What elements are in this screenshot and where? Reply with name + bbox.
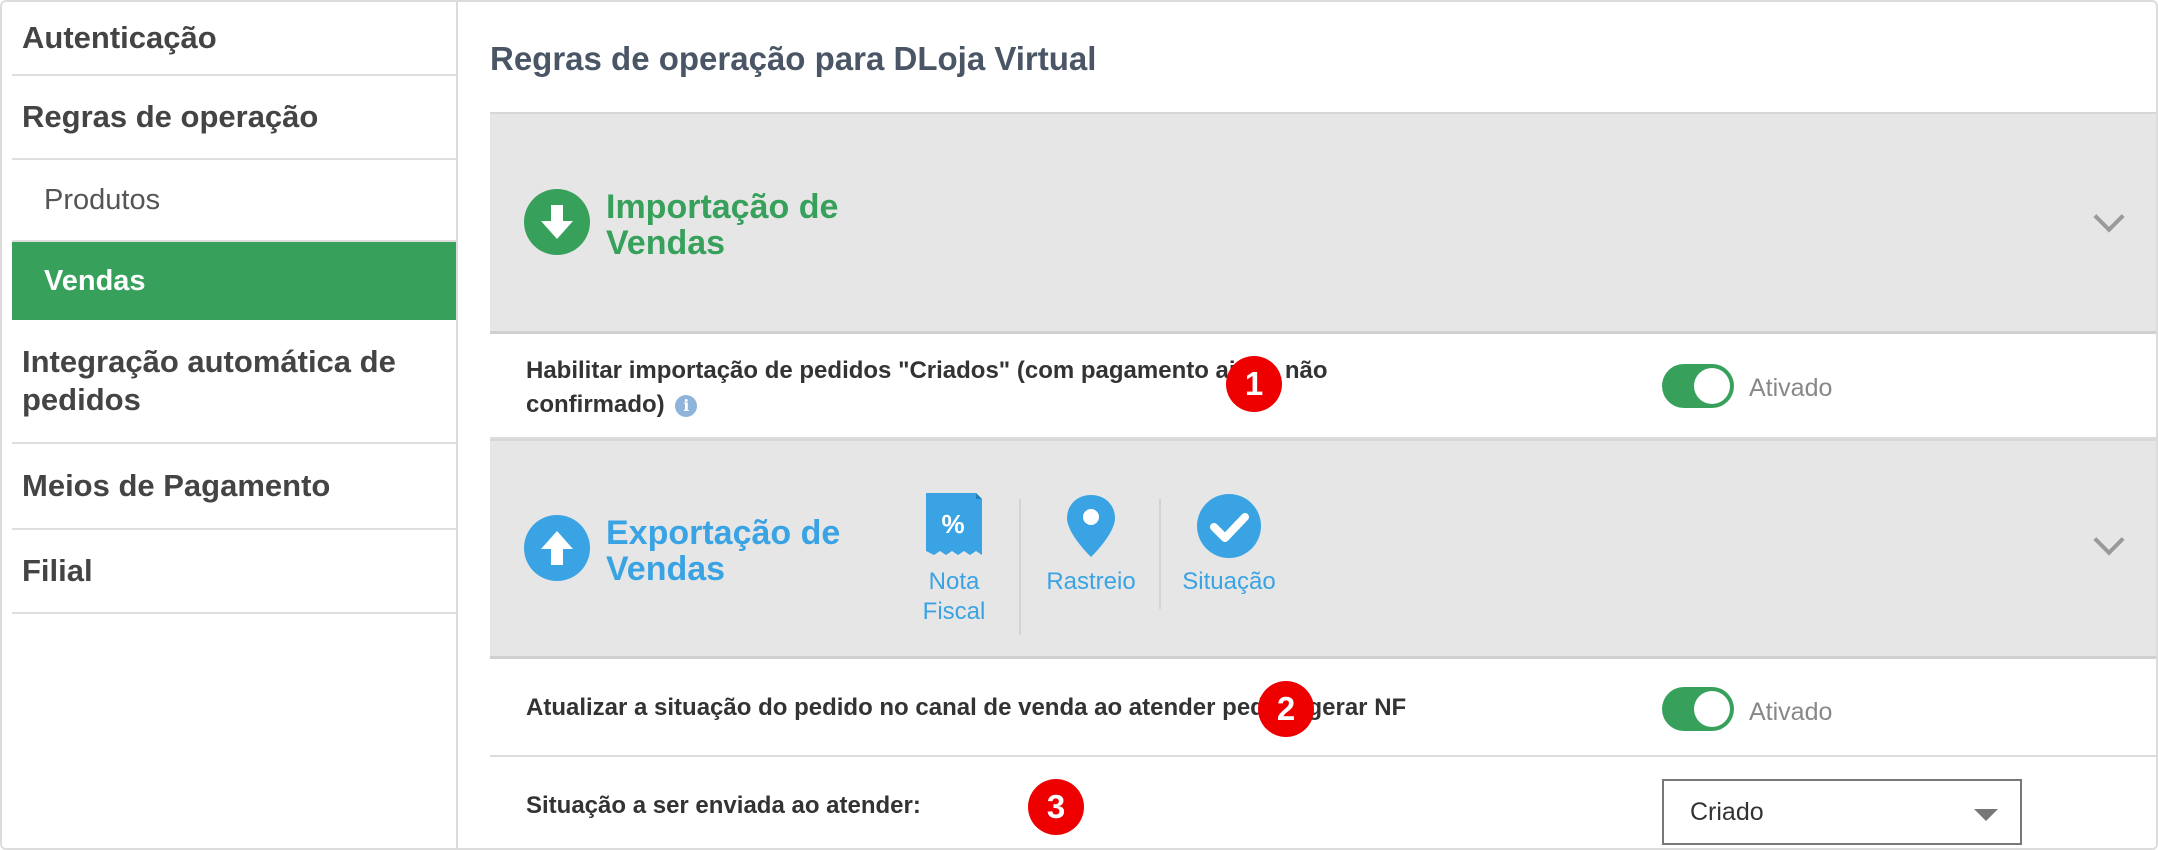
chevron-down-icon[interactable]	[2093, 201, 2125, 233]
sidebar: Autenticação Regras de operação Produtos…	[2, 2, 458, 848]
import-created-orders-toggle[interactable]	[1662, 364, 1734, 408]
sidebar-item-filial[interactable]: Filial	[12, 530, 456, 614]
import-created-orders-row: Habilitar importação de pedidos "Criados…	[490, 334, 2156, 439]
status-select-value: Criado	[1690, 798, 1764, 826]
app-frame: Autenticação Regras de operação Produtos…	[0, 0, 2158, 850]
chevron-down-icon[interactable]	[2093, 524, 2125, 556]
tool-rastreio[interactable]: Rastreio	[1036, 493, 1146, 597]
arrow-down-circle-icon	[524, 189, 590, 255]
info-icon[interactable]: i	[675, 394, 698, 417]
sidebar-item-meios-de-pagamento[interactable]: Meios de Pagamento	[12, 444, 456, 530]
sidebar-item-integracao-automatica[interactable]: Integração automática de pedidos	[12, 320, 456, 444]
annotation-badge-2: 2	[1258, 681, 1314, 737]
import-section-title: Importação de Vendas	[606, 188, 839, 262]
tool-divider	[1019, 499, 1021, 635]
tool-nota-fiscal[interactable]: % Nota Fiscal	[914, 493, 994, 627]
annotation-badge-1: 1	[1226, 356, 1282, 412]
sidebar-item-regras-de-operacao[interactable]: Regras de operação	[12, 76, 456, 160]
import-created-orders-toggle-label: Ativado	[1749, 374, 1833, 402]
arrow-up-circle-icon	[524, 515, 590, 581]
main-content: Regras de operação para DLoja Virtual Im…	[458, 2, 2156, 848]
export-section-header[interactable]: Exportação de Vendas % Nota Fiscal Rastr…	[490, 439, 2156, 659]
tool-situacao[interactable]: Situação	[1174, 493, 1284, 597]
update-status-toggle[interactable]	[1662, 687, 1734, 731]
sidebar-item-produtos[interactable]: Produtos	[12, 160, 456, 242]
invoice-percent-icon: %	[926, 493, 982, 555]
caret-down-icon	[1974, 809, 1998, 821]
update-status-toggle-label: Ativado	[1749, 698, 1833, 726]
import-section-header[interactable]: Importação de Vendas	[490, 112, 2156, 334]
sidebar-item-vendas[interactable]: Vendas	[12, 242, 456, 320]
sidebar-item-autenticacao[interactable]: Autenticação	[12, 2, 456, 76]
page-title: Regras de operação para DLoja Virtual	[490, 40, 1097, 77]
update-status-row: Atualizar a situação do pedido no canal …	[490, 659, 2156, 757]
tool-divider	[1159, 499, 1161, 609]
map-pin-icon	[1067, 495, 1115, 557]
annotation-badge-3: 3	[1028, 779, 1084, 835]
export-section-title: Exportação de Vendas	[606, 514, 841, 588]
status-to-send-row: Situação a ser enviada ao atender: 3 Cri…	[490, 757, 2156, 848]
status-select[interactable]: Criado	[1662, 779, 2022, 845]
check-circle-icon	[1197, 494, 1261, 558]
status-to-send-label: Situação a ser enviada ao atender:	[526, 792, 921, 819]
import-created-orders-label: Habilitar importação de pedidos "Criados…	[526, 357, 1328, 418]
svg-text:%: %	[941, 509, 964, 539]
